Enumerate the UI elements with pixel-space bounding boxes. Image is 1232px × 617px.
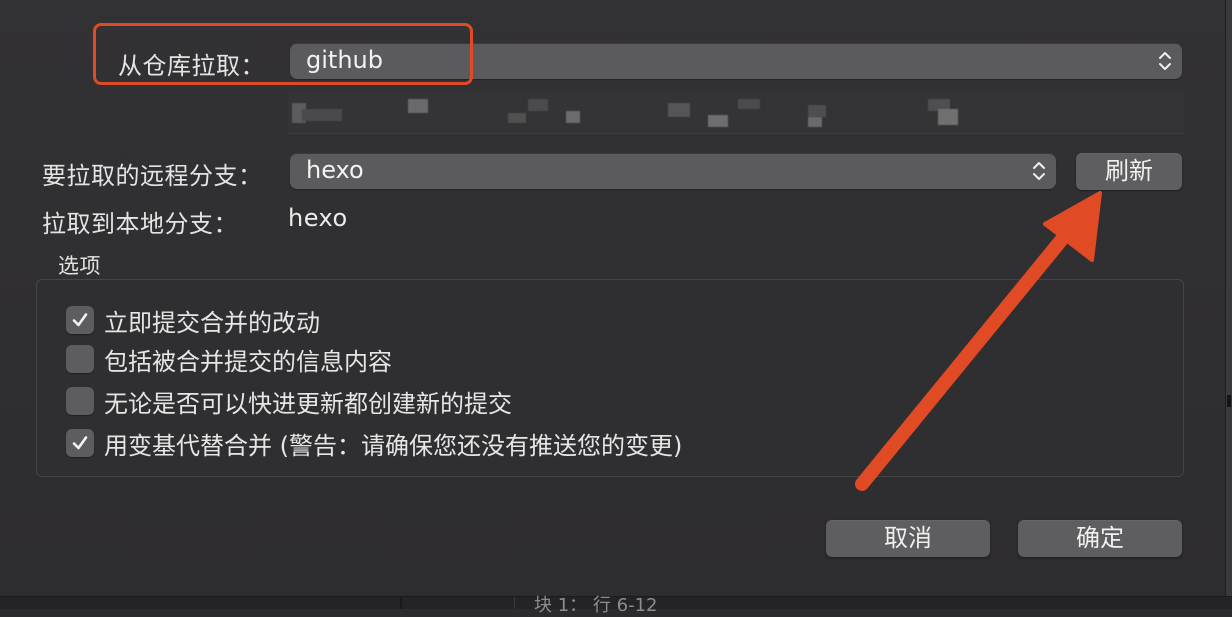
status-peek-text: 块 1： 行 6-12 — [534, 595, 658, 616]
annotation-highlight-box — [93, 23, 473, 85]
window-edge — [1225, 0, 1232, 608]
popup-stepper-icon — [1158, 49, 1172, 73]
options-title: 选项 — [58, 254, 101, 278]
popup-stepper-icon — [1032, 159, 1046, 183]
option-label: 无论是否可以快进更新都创建新的提交 — [104, 390, 512, 418]
local-branch-value: hexo — [288, 204, 348, 232]
checkmark-icon — [72, 313, 88, 327]
ok-button[interactable]: 确定 — [1018, 520, 1182, 557]
checkbox-unchecked[interactable] — [66, 387, 94, 415]
branch-value: hexo — [306, 156, 364, 184]
checkbox-unchecked[interactable] — [66, 345, 94, 373]
background-window-strip: 块 1： 行 6-12 — [0, 595, 1232, 616]
option-label: 立即提交合并的改动 — [104, 309, 320, 337]
checkbox-checked[interactable] — [66, 429, 94, 457]
cancel-button[interactable]: 取消 — [826, 520, 990, 557]
local-branch-label: 拉取到本地分支： — [42, 210, 238, 238]
refresh-button[interactable]: 刷新 — [1076, 153, 1182, 190]
checkmark-icon — [72, 436, 88, 450]
branch-label: 要拉取的远程分支： — [42, 162, 263, 190]
pull-dialog: 从仓库拉取： github 要拉取的远程分支： hexo 刷新 拉取到本地分支：… — [0, 0, 1226, 596]
checkbox-checked[interactable] — [66, 306, 94, 334]
option-label: 用变基代替合并 (警告：请确保您还没有推送您的变更) — [104, 432, 683, 460]
branch-popup[interactable]: hexo — [290, 153, 1056, 189]
remote-url-field — [288, 93, 1184, 134]
option-label: 包括被合并提交的信息内容 — [104, 348, 392, 376]
